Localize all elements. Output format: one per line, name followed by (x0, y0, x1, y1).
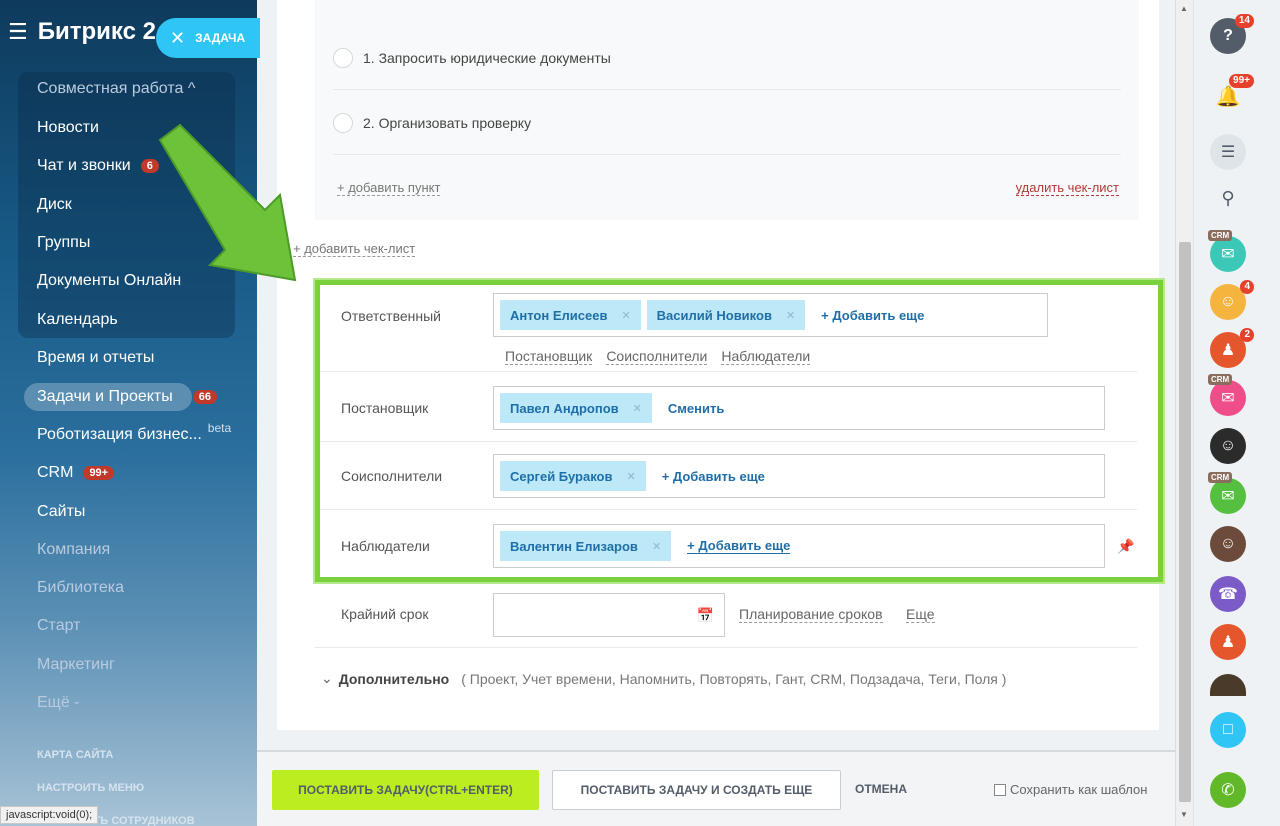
sidebar-item-tasks[interactable]: Задачи и Проекты 66 (37, 388, 217, 406)
calendar-icon[interactable]: 📅 (697, 607, 714, 624)
deadline-label: Крайний срок (341, 606, 429, 622)
scroll-up-icon[interactable]: ▲ (1180, 4, 1188, 13)
panel-scrollbar[interactable]: ▲ ▼ (1175, 0, 1193, 826)
scroll-down-icon[interactable]: ▼ (1180, 810, 1188, 819)
checkbox-circle[interactable] (333, 112, 353, 133)
checklist-item-text: 2. Организовать проверку (363, 114, 532, 131)
sidebar-item-sites[interactable]: Сайты (37, 503, 85, 521)
crm-chat-icon[interactable]: ✉ CRM (1208, 374, 1246, 416)
add-item-link[interactable]: + добавить пункт (337, 180, 441, 196)
checklist-block: 1. Запросить юридические документы 2. Ор… (315, 0, 1139, 220)
close-icon[interactable]: ✕ (170, 28, 185, 49)
phone-icon[interactable]: ✆ (1210, 772, 1246, 808)
bell-icon[interactable]: 🔔 99+ (1210, 74, 1254, 114)
crm-tag: CRM (1208, 374, 1233, 385)
sidebar-item-company[interactable]: Компания (37, 541, 110, 559)
right-rail: ? 14 🔔 99+ ☰ ⚲ ✉ CRM ☺ 4 ♟ 2 ✉ CRM ☺ ✉ C… (1193, 0, 1280, 826)
help-badge: 14 (1234, 14, 1254, 28)
planning-link[interactable]: Планирование сроков (739, 606, 883, 623)
deadline-input[interactable]: 📅 (493, 593, 725, 637)
avatar-badge: 4 (1240, 280, 1254, 294)
task-close-pill[interactable]: ✕ ЗАДАЧА (156, 18, 260, 58)
checkbox-circle[interactable] (333, 47, 353, 68)
sidebar-item-calendar[interactable]: Календарь (37, 311, 118, 329)
task-slider-panel: 1. Запросить юридические документы 2. Ор… (257, 0, 1175, 826)
search-icon[interactable]: ⚲ (1210, 180, 1246, 216)
crm-chat-icon[interactable]: ✉ CRM (1208, 230, 1246, 272)
tasks-badge: 66 (192, 390, 217, 404)
chat-icon[interactable]: ☰ (1210, 134, 1246, 170)
user-icon[interactable]: ♟ (1210, 624, 1246, 660)
group-title[interactable]: Совместная работа ^ (37, 80, 195, 98)
deadline-more-link[interactable]: Еще (906, 606, 935, 623)
group-chat-icon[interactable]: ♟ 2 (1210, 328, 1254, 368)
avatar[interactable]: ☺ (1210, 428, 1246, 464)
checkbox[interactable] (994, 783, 1006, 796)
additional-title[interactable]: Дополнительно (339, 671, 449, 687)
beta-tag: beta (207, 421, 232, 435)
crm-tag: CRM (1208, 230, 1233, 241)
avatar[interactable]: ☺ 4 (1210, 280, 1254, 320)
avatar[interactable]: ☺ (1210, 526, 1246, 562)
highlight-frame (315, 280, 1163, 582)
create-task-button[interactable]: ПОСТАВИТЬ ЗАДАЧУ(CTRL+ENTER) (272, 770, 539, 810)
crm-chat-icon[interactable]: ✉ CRM (1208, 472, 1246, 514)
sidebar-item-marketing[interactable]: Маркетинг (37, 656, 115, 674)
green-arrow-annotation (158, 123, 297, 282)
create-and-new-button[interactable]: ПОСТАВИТЬ ЗАДАЧУ И СОЗДАТЬ ЕЩЕ (552, 770, 841, 810)
sidebar-item-news[interactable]: Новости (37, 119, 99, 137)
notify-badge: 99+ (1229, 74, 1254, 88)
sidebar-item-automation[interactable]: Роботизация бизнес... beta (37, 421, 231, 444)
invite-link[interactable]: СТЬ СОТРУДНИКОВ (86, 815, 195, 826)
group-badge: 2 (1240, 328, 1254, 342)
sidebar-item-time[interactable]: Время и отчеты (37, 349, 154, 367)
cancel-button[interactable]: ОТМЕНА (855, 782, 907, 796)
apps-icon[interactable]: □ (1210, 712, 1246, 748)
site-map-link[interactable]: КАРТА САЙТА (37, 749, 113, 761)
scroll-thumb[interactable] (1179, 242, 1191, 802)
crm-tag: CRM (1208, 472, 1233, 483)
logo-row: ☰ Битрикс 2 (8, 18, 156, 46)
save-template-checkbox[interactable]: Сохранить как шаблон (994, 782, 1147, 797)
sidebar-item-more[interactable]: Ещё - (37, 694, 80, 712)
additional-section[interactable]: ⌄ Дополнительно ( Проект, Учет времени, … (321, 670, 1006, 687)
avatar[interactable] (1210, 674, 1246, 696)
deadline-row: Крайний срок 📅 Планирование сроков Еще (315, 582, 1137, 648)
crm-badge: 99+ (83, 466, 115, 480)
checklist-item[interactable]: 2. Организовать проверку (333, 91, 1121, 155)
sidebar-item-groups[interactable]: Группы (37, 234, 90, 252)
sidebar-item-crm[interactable]: CRM 99+ (37, 464, 115, 482)
viber-icon[interactable]: ☎ (1210, 576, 1246, 612)
additional-items[interactable]: ( Проект, Учет времени, Напомнить, Повто… (461, 671, 1006, 687)
delete-checklist-link[interactable]: удалить чек-лист (1015, 180, 1119, 196)
checklist-item[interactable]: 1. Запросить юридические документы (333, 26, 1121, 90)
browser-status-bar: javascript:void(0); (0, 806, 99, 824)
chevron-down-icon[interactable]: ⌄ (321, 670, 333, 687)
sidebar-item-start[interactable]: Старт (37, 617, 80, 635)
brand-logo[interactable]: Битрикс 2 (38, 18, 156, 46)
menu-icon[interactable]: ☰ (8, 19, 28, 45)
checklist-item-text: 1. Запросить юридические документы (363, 49, 611, 66)
configure-menu-link[interactable]: НАСТРОИТЬ МЕНЮ (37, 782, 144, 794)
sidebar-item-library[interactable]: Библиотека (37, 579, 124, 597)
save-template-label: Сохранить как шаблон (1010, 782, 1148, 797)
task-pill-label: ЗАДАЧА (195, 31, 246, 45)
task-form-card: 1. Запросить юридические документы 2. Ор… (277, 0, 1163, 730)
form-footer: ПОСТАВИТЬ ЗАДАЧУ(CTRL+ENTER) ПОСТАВИТЬ З… (257, 750, 1175, 826)
sidebar-item-disk[interactable]: Диск (37, 196, 72, 214)
help-icon[interactable]: ? 14 (1210, 14, 1254, 54)
